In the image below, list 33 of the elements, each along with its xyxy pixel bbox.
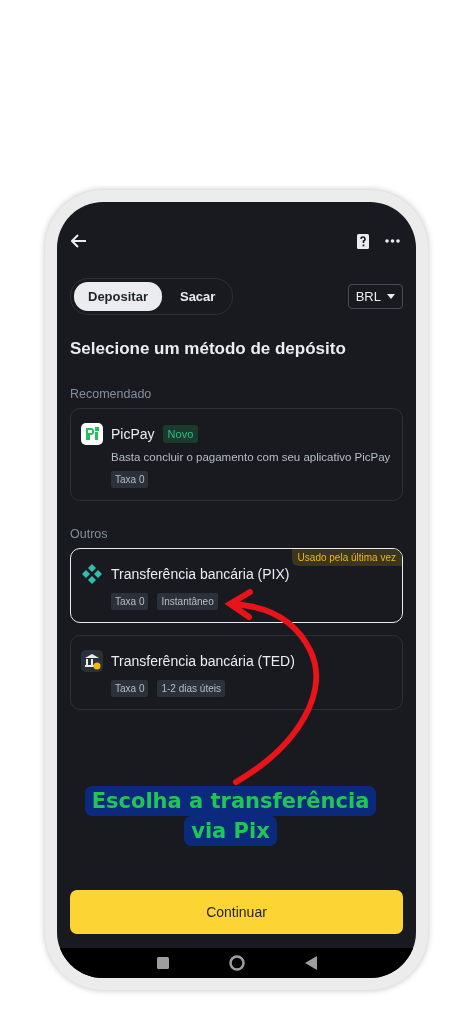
fee-tag: Taxa 0	[111, 471, 149, 488]
tab[interactable]: Sacar	[165, 282, 230, 311]
section-label: Recomendado	[70, 387, 153, 401]
new-badge: Novo	[162, 425, 199, 443]
payment-method-card[interactable]: Transferência bancária (PIX) Taxa 0 Instantâneo Usado pela última vez	[70, 548, 403, 623]
method-name: Transferência bancária (TED)	[111, 653, 295, 669]
method-description: Basta concluir o pagamento com seu aplicativo PicPay	[111, 451, 392, 463]
diamond-icon	[81, 563, 103, 585]
payment-method-card[interactable]: Transferência bancária (TED) Taxa 0 1-2 dias úteis	[70, 635, 403, 710]
method-name: Transferência bancária (PIX)	[111, 566, 290, 582]
home-icon[interactable]	[228, 955, 245, 971]
help-document-icon[interactable]	[357, 233, 369, 249]
back-icon[interactable]	[304, 956, 317, 970]
method-name: PicPay	[111, 426, 155, 442]
continue-button[interactable]: Continuar	[70, 890, 403, 934]
bank-icon	[81, 650, 103, 672]
fee-tag: Taxa 0	[111, 680, 149, 697]
tab[interactable]: Depositar	[74, 282, 162, 311]
caret-icon	[387, 294, 395, 299]
section-label: Outros	[70, 527, 109, 541]
more-options-icon[interactable]	[385, 239, 400, 243]
fee-tag: 1-2 dias úteis	[157, 680, 225, 697]
page-heading: Selecione um método de depósito	[70, 339, 347, 359]
callout-text: Escolha a transferência	[84, 786, 377, 816]
last-used-badge: Usado pela última vez	[291, 549, 402, 566]
currency-dropdown[interactable]: BRL	[347, 284, 403, 309]
app-logo-icon	[81, 423, 103, 445]
fee-tag: Taxa 0	[111, 593, 149, 610]
back-arrow-icon[interactable]	[71, 234, 87, 248]
fee-tag: Instantâneo	[157, 593, 218, 610]
recents-icon[interactable]	[156, 957, 169, 969]
payment-method-card[interactable]: PicPay Novo Basta concluir o pagamento com seu aplicativo PicPay Taxa 0	[70, 408, 403, 501]
callout-text: via Pix	[184, 816, 277, 846]
